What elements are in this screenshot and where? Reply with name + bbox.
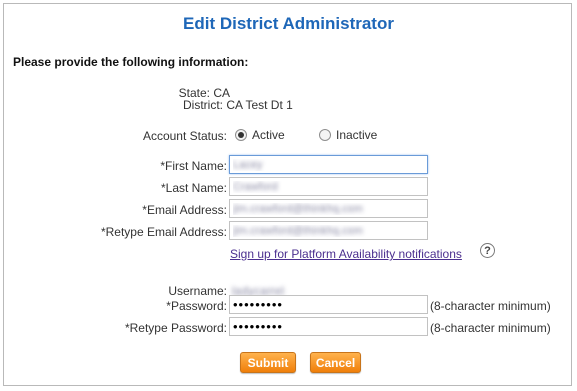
retype-password-input[interactable] (229, 317, 428, 336)
cancel-button[interactable]: Cancel (310, 352, 361, 373)
inactive-radio[interactable] (319, 129, 331, 141)
password-label: *Password: (166, 299, 227, 313)
district-value: CA Test Dt 1 (226, 98, 293, 112)
password-input[interactable] (229, 295, 428, 314)
retype-password-label: *Retype Password: (124, 321, 227, 335)
account-status-label: Account Status: (142, 129, 227, 143)
email-label: *Email Address: (142, 203, 227, 217)
active-label: Active (252, 128, 285, 142)
intro-text: Please provide the following information… (13, 55, 249, 69)
last-name-input[interactable] (229, 177, 428, 196)
submit-button[interactable]: Submit (240, 352, 296, 373)
email-input[interactable] (229, 199, 428, 218)
status-inactive-option[interactable]: Inactive (319, 128, 377, 142)
username-label: Username: (168, 284, 227, 298)
password-hint: (8-character minimum) (430, 299, 551, 313)
first-name-input[interactable] (229, 155, 428, 174)
district-label: District: (183, 98, 223, 112)
retype-email-label: *Retype Email Address: (100, 225, 227, 239)
retype-email-input[interactable] (229, 221, 428, 240)
retype-password-hint: (8-character minimum) (430, 321, 551, 335)
inactive-label: Inactive (336, 128, 378, 142)
last-name-label: *Last Name: (160, 181, 227, 195)
first-name-label: *First Name: (160, 159, 227, 173)
platform-notifications-link[interactable]: Sign up for Platform Availability notifi… (230, 247, 462, 261)
dialog-frame: Edit District Administrator Please provi… (3, 3, 572, 386)
page-title: Edit District Administrator (183, 14, 394, 33)
question-circle-icon[interactable]: ? (480, 243, 495, 258)
status-active-option[interactable]: Active (235, 128, 285, 142)
active-radio[interactable] (235, 129, 247, 141)
district-row: District: CA Test Dt 1 (183, 98, 293, 112)
